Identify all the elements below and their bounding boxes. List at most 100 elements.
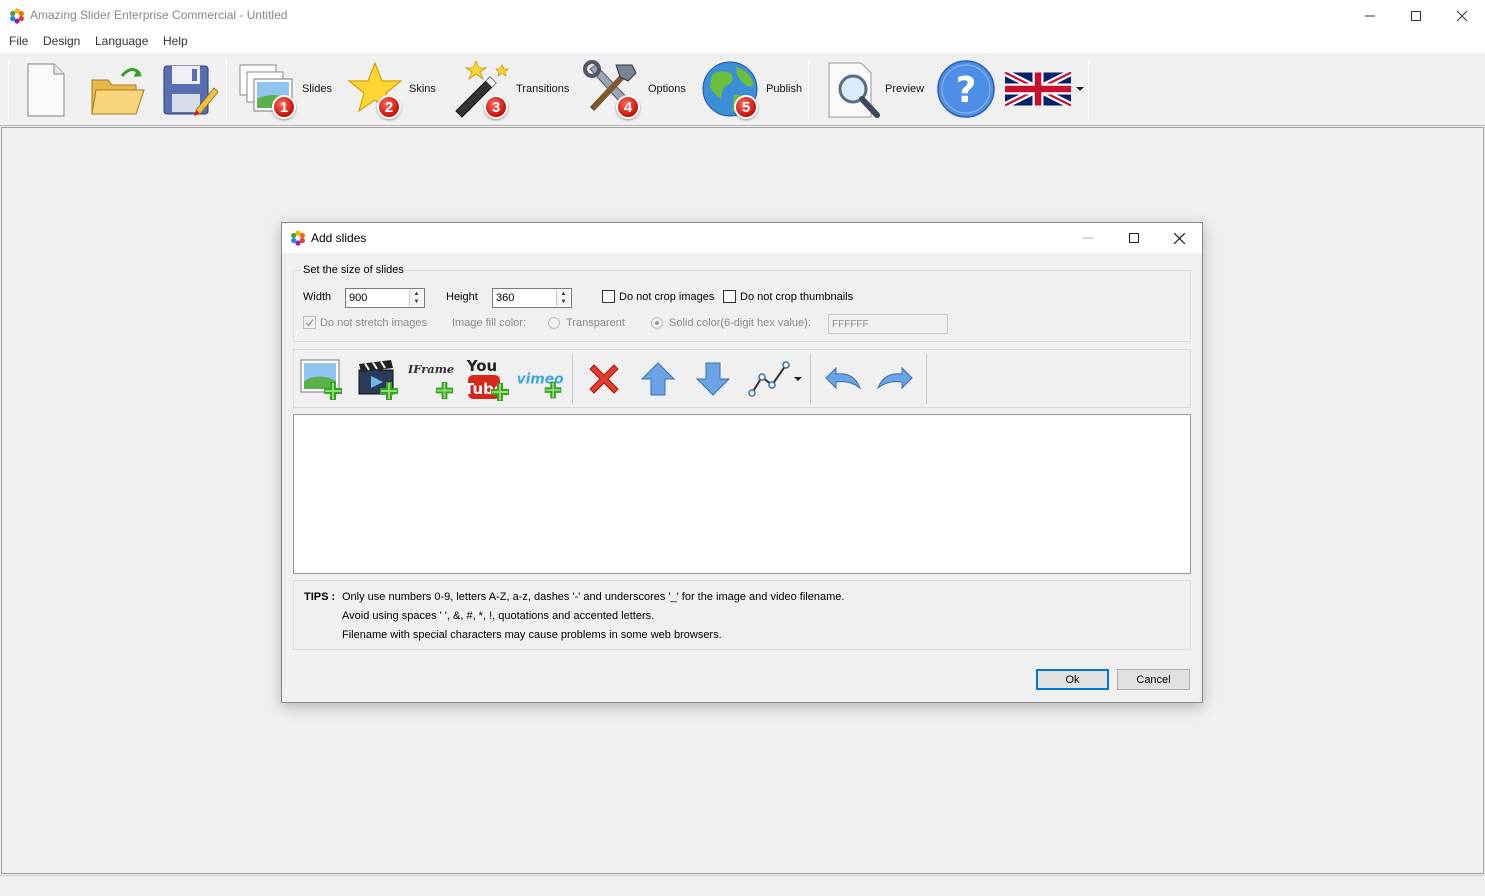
publish-button[interactable]: 5 Publish <box>700 57 802 121</box>
maximize-icon <box>1129 233 1139 243</box>
add-video-icon <box>358 360 398 400</box>
slide-list[interactable] <box>293 414 1191 574</box>
status-bar <box>0 875 1485 896</box>
width-value: 900 <box>349 292 368 304</box>
preview-button[interactable]: Preview <box>825 57 924 121</box>
solid-color-label: Solid color(6-digit hex value): <box>669 317 811 329</box>
star-icon: 2 <box>345 59 407 119</box>
tips-label: TIPS : <box>304 591 336 603</box>
minimize-button[interactable] <box>1347 0 1393 31</box>
new-file-icon <box>27 63 65 117</box>
toolbar-separator <box>808 58 809 120</box>
delete-button[interactable] <box>580 355 628 403</box>
menu-help[interactable]: Help <box>163 34 188 48</box>
menu-file[interactable]: File <box>9 34 28 48</box>
add-image-icon <box>300 359 342 400</box>
options-label: Options <box>648 83 686 95</box>
dialog-maximize-button[interactable] <box>1111 223 1157 253</box>
move-up-button[interactable] <box>634 355 682 403</box>
width-spinbox[interactable]: 900 ▲ ▼ <box>345 288 425 308</box>
help-button[interactable]: ? <box>936 57 996 121</box>
minimize-icon <box>1083 237 1093 239</box>
maximize-icon <box>1411 10 1421 21</box>
toolbar-separator <box>810 354 811 404</box>
app-logo-icon <box>10 8 24 24</box>
magic-wand-icon: 3 <box>450 59 514 119</box>
save-icon <box>163 65 218 116</box>
menu-language[interactable]: Language <box>95 34 148 48</box>
open-folder-icon <box>91 68 145 115</box>
save-button[interactable] <box>160 57 218 121</box>
minimize-icon <box>1365 15 1375 16</box>
hex-color-value: FFFFFF <box>832 319 869 330</box>
add-image-button[interactable] <box>298 355 346 403</box>
slide-size-group-title: Set the size of slides <box>301 264 406 276</box>
no-crop-thumbnails-checkbox[interactable] <box>723 290 736 303</box>
transitions-label: Transitions <box>516 83 570 95</box>
no-stretch-checkbox[interactable] <box>303 316 316 329</box>
add-slides-dialog: Add slides Set the size of slides Width … <box>281 222 1203 703</box>
dialog-title: Add slides <box>311 231 367 245</box>
add-youtube-button[interactable]: You Tube <box>464 355 512 403</box>
publish-label: Publish <box>766 83 803 95</box>
menu-design[interactable]: Design <box>43 34 80 48</box>
step-badge: 1 <box>272 95 296 119</box>
height-label: Height <box>446 291 478 303</box>
magnifier-icon <box>828 62 880 118</box>
close-button[interactable] <box>1439 0 1485 31</box>
app-logo-icon <box>291 230 305 246</box>
tip-line: Only use numbers 0-9, letters A-Z, a-z, … <box>342 591 845 603</box>
add-iframe-button[interactable]: IFrame <box>408 355 456 403</box>
step-badge: 3 <box>484 95 508 119</box>
preview-label: Preview <box>885 83 925 95</box>
arrow-up-icon <box>640 362 676 396</box>
add-iframe-icon: IFrame <box>408 362 454 400</box>
options-button[interactable]: 4 Options <box>582 57 686 121</box>
vimeo-text: vimeo <box>518 372 564 388</box>
undo-button[interactable] <box>818 355 866 403</box>
dialog-close-button[interactable] <box>1156 223 1202 253</box>
step-badge: 2 <box>377 95 401 119</box>
toolbar-separator <box>572 354 573 404</box>
slides-toolbar: IFrame You Tube vimeo <box>293 349 1191 408</box>
toolbar-separator <box>8 58 9 120</box>
undo-icon <box>825 366 862 390</box>
no-crop-images-label[interactable]: Do not crop images <box>619 291 714 303</box>
redo-icon <box>876 366 913 390</box>
dialog-minimize-button[interactable] <box>1065 223 1111 253</box>
cancel-button[interactable]: Cancel <box>1117 669 1190 690</box>
toolbar-separator <box>926 354 927 404</box>
add-video-button[interactable] <box>354 355 402 403</box>
maximize-button[interactable] <box>1393 0 1439 31</box>
slides-icon: 1 <box>238 59 300 119</box>
add-vimeo-button[interactable]: vimeo <box>518 355 566 403</box>
new-button[interactable] <box>22 57 70 121</box>
step-badge: 4 <box>616 95 640 119</box>
slides-button[interactable]: 1 Slides <box>238 57 332 121</box>
effect-dropdown-button[interactable] <box>744 355 806 403</box>
move-down-button[interactable] <box>689 355 737 403</box>
no-crop-images-checkbox[interactable] <box>602 290 615 303</box>
transitions-button[interactable]: 3 Transitions <box>450 57 569 121</box>
height-spinbox[interactable]: 360 ▲ ▼ <box>492 288 572 308</box>
redo-button[interactable] <box>872 355 920 403</box>
solid-color-radio[interactable] <box>651 317 663 329</box>
add-youtube-icon: You Tube <box>464 357 509 401</box>
ok-button[interactable]: Ok <box>1036 669 1109 690</box>
spin-arrows-icon[interactable]: ▲ ▼ <box>409 290 423 306</box>
language-dropdown[interactable] <box>1005 57 1085 121</box>
slides-label: Slides <box>302 83 332 95</box>
skins-button[interactable]: 2 Skins <box>345 57 436 121</box>
slide-size-group <box>293 270 1191 342</box>
width-label: Width <box>303 291 332 303</box>
no-crop-thumbnails-label[interactable]: Do not crop thumbnails <box>740 291 853 303</box>
transparent-radio[interactable] <box>548 317 560 329</box>
dialog-titlebar: Add slides <box>282 223 1202 253</box>
hex-color-input[interactable]: FFFFFF <box>828 314 948 334</box>
open-button[interactable] <box>88 57 148 121</box>
spin-arrows-icon[interactable]: ▲ ▼ <box>556 290 570 306</box>
height-value: 360 <box>496 292 515 304</box>
step-badge: 5 <box>734 95 758 119</box>
tips-panel: TIPS : Only use numbers 0-9, letters A-Z… <box>293 580 1191 650</box>
help-icon: ? <box>937 60 995 118</box>
